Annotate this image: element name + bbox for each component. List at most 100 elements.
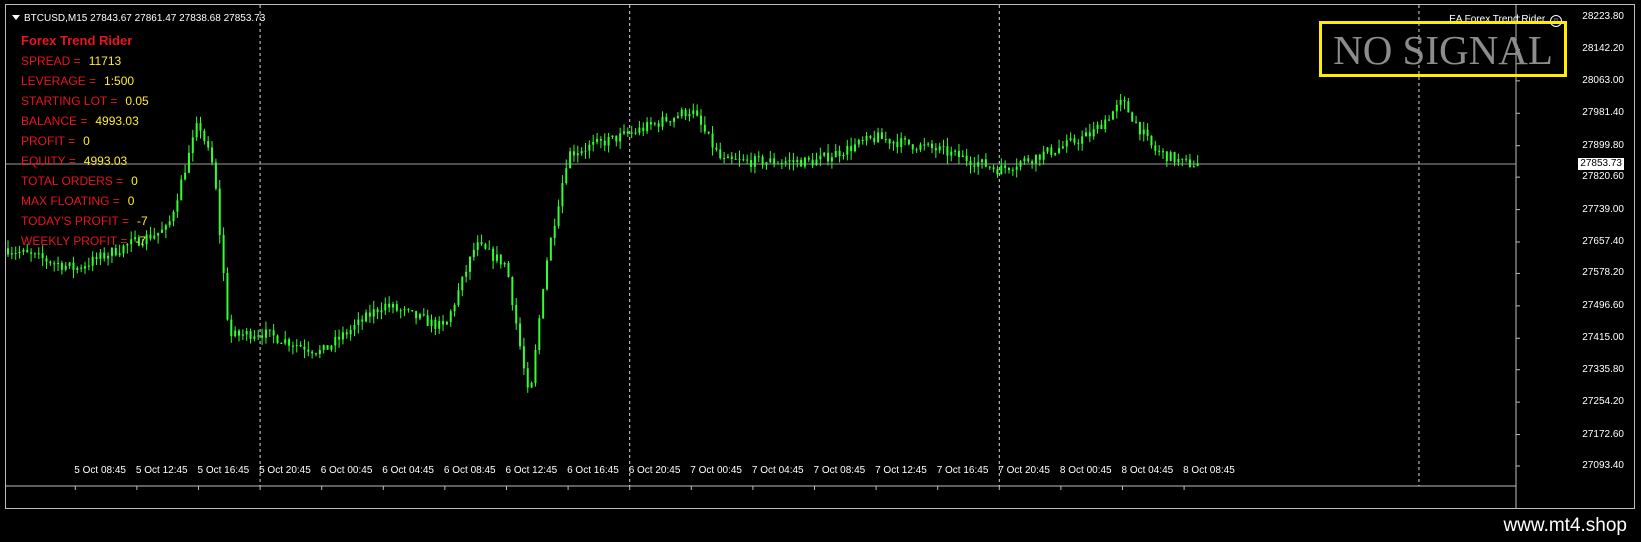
candle-body: [488, 248, 491, 250]
candle-body: [172, 211, 175, 222]
candle-body: [761, 156, 764, 165]
candle-body: [1100, 124, 1103, 130]
price-tick-label: 27172.60: [1582, 428, 1624, 440]
candle-body: [572, 151, 575, 156]
candle-body: [688, 113, 691, 117]
chart-window[interactable]: BTCUSD,M15 27843.67 27861.47 27838.68 27…: [5, 4, 1636, 510]
candle-body: [249, 331, 252, 339]
info-label: SPREAD =: [21, 54, 81, 68]
candle-body: [965, 155, 968, 162]
info-row: WEEKLY PROFIT = -7: [21, 231, 149, 251]
time-tick-label: 6 Oct 16:45: [567, 465, 619, 476]
candle-body: [1108, 119, 1111, 121]
candle-body: [884, 139, 887, 141]
candle-body: [780, 162, 783, 164]
symbol-header[interactable]: BTCUSD,M15 27843.67 27861.47 27838.68 27…: [12, 13, 265, 24]
candle-body: [719, 149, 722, 159]
candle-body: [153, 235, 156, 239]
candle-body: [1061, 146, 1064, 149]
candle-body: [950, 151, 953, 156]
ea-info-panel: Forex Trend Rider SPREAD = 11713 LEVERAGE …: [21, 31, 149, 251]
time-tick-label: 7 Oct 12:45: [875, 465, 927, 476]
candle-body: [322, 345, 325, 350]
candle-body: [107, 255, 110, 259]
candle-body: [465, 271, 468, 277]
candle-body: [511, 277, 514, 306]
candle-body: [1069, 138, 1072, 141]
candle-body: [184, 172, 187, 180]
candle-body: [1135, 121, 1138, 123]
symbol-quote: BTCUSD,M15 27843.67 27861.47 27838.68 27…: [24, 13, 266, 24]
info-label: MAX FLOATING =: [21, 194, 120, 208]
info-value: 0: [83, 134, 90, 148]
candle-body: [811, 159, 814, 166]
candle-body: [1038, 154, 1041, 160]
price-tick-label: 27496.60: [1582, 299, 1624, 311]
candle-body: [707, 131, 710, 134]
candle-body: [187, 152, 190, 173]
candle-body: [33, 253, 36, 255]
candle-body: [388, 303, 391, 308]
time-tick-label: 6 Oct 12:45: [505, 465, 558, 476]
candle-body: [318, 349, 321, 354]
candle-body: [757, 156, 760, 158]
candle-body: [723, 158, 726, 160]
time-tick-label: 6 Oct 00:45: [320, 465, 373, 476]
candle-body: [395, 304, 398, 311]
candle-body: [923, 144, 926, 146]
candle-body: [1138, 122, 1141, 135]
candle-body: [734, 158, 737, 160]
price-tick-label: 28063.00: [1582, 74, 1624, 86]
candle-body: [942, 146, 945, 148]
time-tick-label: 6 Oct 20:45: [628, 465, 681, 476]
candle-body: [257, 335, 260, 337]
candle-body: [865, 135, 868, 141]
candle-body: [1111, 111, 1114, 120]
candle-body: [1123, 99, 1126, 102]
price-tick-label: 27093.40: [1582, 460, 1624, 471]
info-row: STARTING LOT = 0.05: [21, 91, 149, 111]
info-row: BALANCE = 4993.03: [21, 111, 149, 131]
candle-body: [291, 345, 294, 347]
candle-body: [1065, 140, 1068, 147]
signal-box: NO SIGNAL: [1319, 21, 1567, 77]
candle-body: [880, 132, 883, 140]
candle-body: [492, 248, 495, 261]
candle-body: [1046, 147, 1049, 152]
candle-body: [361, 319, 364, 322]
candle-body: [345, 332, 348, 335]
candle-body: [896, 141, 899, 148]
candle-body: [484, 244, 487, 249]
candle-body: [472, 249, 475, 257]
candle-body: [642, 127, 645, 132]
candle-body: [738, 159, 741, 161]
candle-body: [1011, 169, 1014, 171]
candle-body: [245, 331, 248, 335]
candle-body: [519, 323, 522, 347]
candle-body: [984, 159, 987, 167]
candle-body: [1092, 129, 1095, 137]
candle-body: [927, 143, 930, 145]
candle-body: [253, 336, 256, 339]
candle-body: [411, 310, 414, 312]
candle-body: [272, 330, 275, 336]
candle-body: [892, 141, 895, 144]
price-plot[interactable]: [6, 5, 1636, 510]
info-value: -7: [136, 214, 148, 228]
candle-body: [522, 346, 525, 369]
candle-body: [515, 305, 518, 324]
candle-body: [769, 158, 772, 163]
candle-body: [661, 116, 664, 127]
candle-body: [580, 151, 583, 154]
candle-body: [1031, 161, 1034, 164]
price-tick-label: 27899.80: [1582, 139, 1624, 151]
candle-body: [1127, 101, 1130, 113]
candle-body: [330, 345, 333, 350]
candle-body: [1050, 147, 1053, 155]
info-label: TOTAL ORDERS =: [21, 174, 124, 188]
dropdown-triangle-icon[interactable]: [12, 15, 20, 20]
candle-body: [176, 200, 179, 212]
candle-body: [703, 124, 706, 132]
candle-body: [854, 144, 856, 152]
candle-body: [977, 162, 980, 167]
